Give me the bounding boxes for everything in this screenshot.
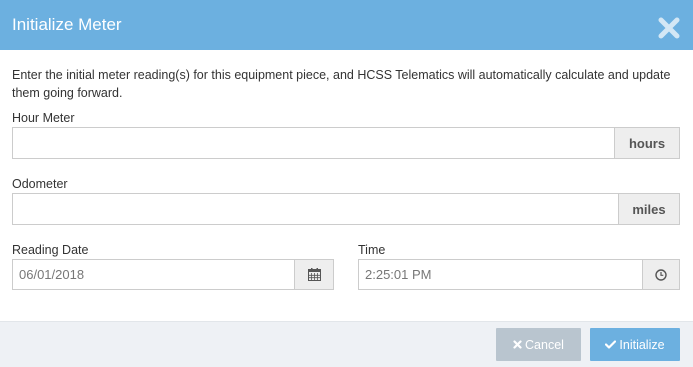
- odometer-input[interactable]: [13, 194, 618, 224]
- initialize-button[interactable]: Initialize: [590, 328, 680, 361]
- initialize-button-label: Initialize: [619, 337, 665, 352]
- hour-meter-group: hours: [12, 127, 680, 159]
- time-input[interactable]: [359, 260, 642, 289]
- reading-date-input[interactable]: [13, 260, 294, 289]
- time-label: Time: [358, 243, 386, 257]
- check-icon: [605, 340, 617, 349]
- miles-unit-label: miles: [618, 194, 679, 224]
- calendar-button[interactable]: [294, 260, 333, 289]
- cancel-button[interactable]: Cancel: [496, 328, 581, 361]
- hours-unit-label: hours: [614, 128, 679, 158]
- dialog-title: Initialize Meter: [12, 15, 122, 34]
- reading-date-group: [12, 259, 334, 290]
- clock-button[interactable]: [642, 260, 679, 289]
- close-icon: [658, 17, 680, 39]
- odometer-label: Odometer: [12, 177, 68, 191]
- dialog-description: Enter the initial meter reading(s) for t…: [12, 68, 671, 100]
- times-icon: [513, 340, 522, 349]
- cancel-button-label: Cancel: [525, 337, 564, 352]
- time-group: [358, 259, 680, 290]
- reading-date-label: Reading Date: [12, 243, 89, 257]
- clock-icon: [655, 268, 667, 281]
- odometer-group: miles: [12, 193, 680, 225]
- calendar-icon: [307, 268, 321, 281]
- close-button[interactable]: [657, 16, 681, 40]
- dialog-header: Initialize Meter: [0, 0, 693, 50]
- hour-meter-input[interactable]: [13, 128, 614, 158]
- hour-meter-label: Hour Meter: [12, 111, 75, 125]
